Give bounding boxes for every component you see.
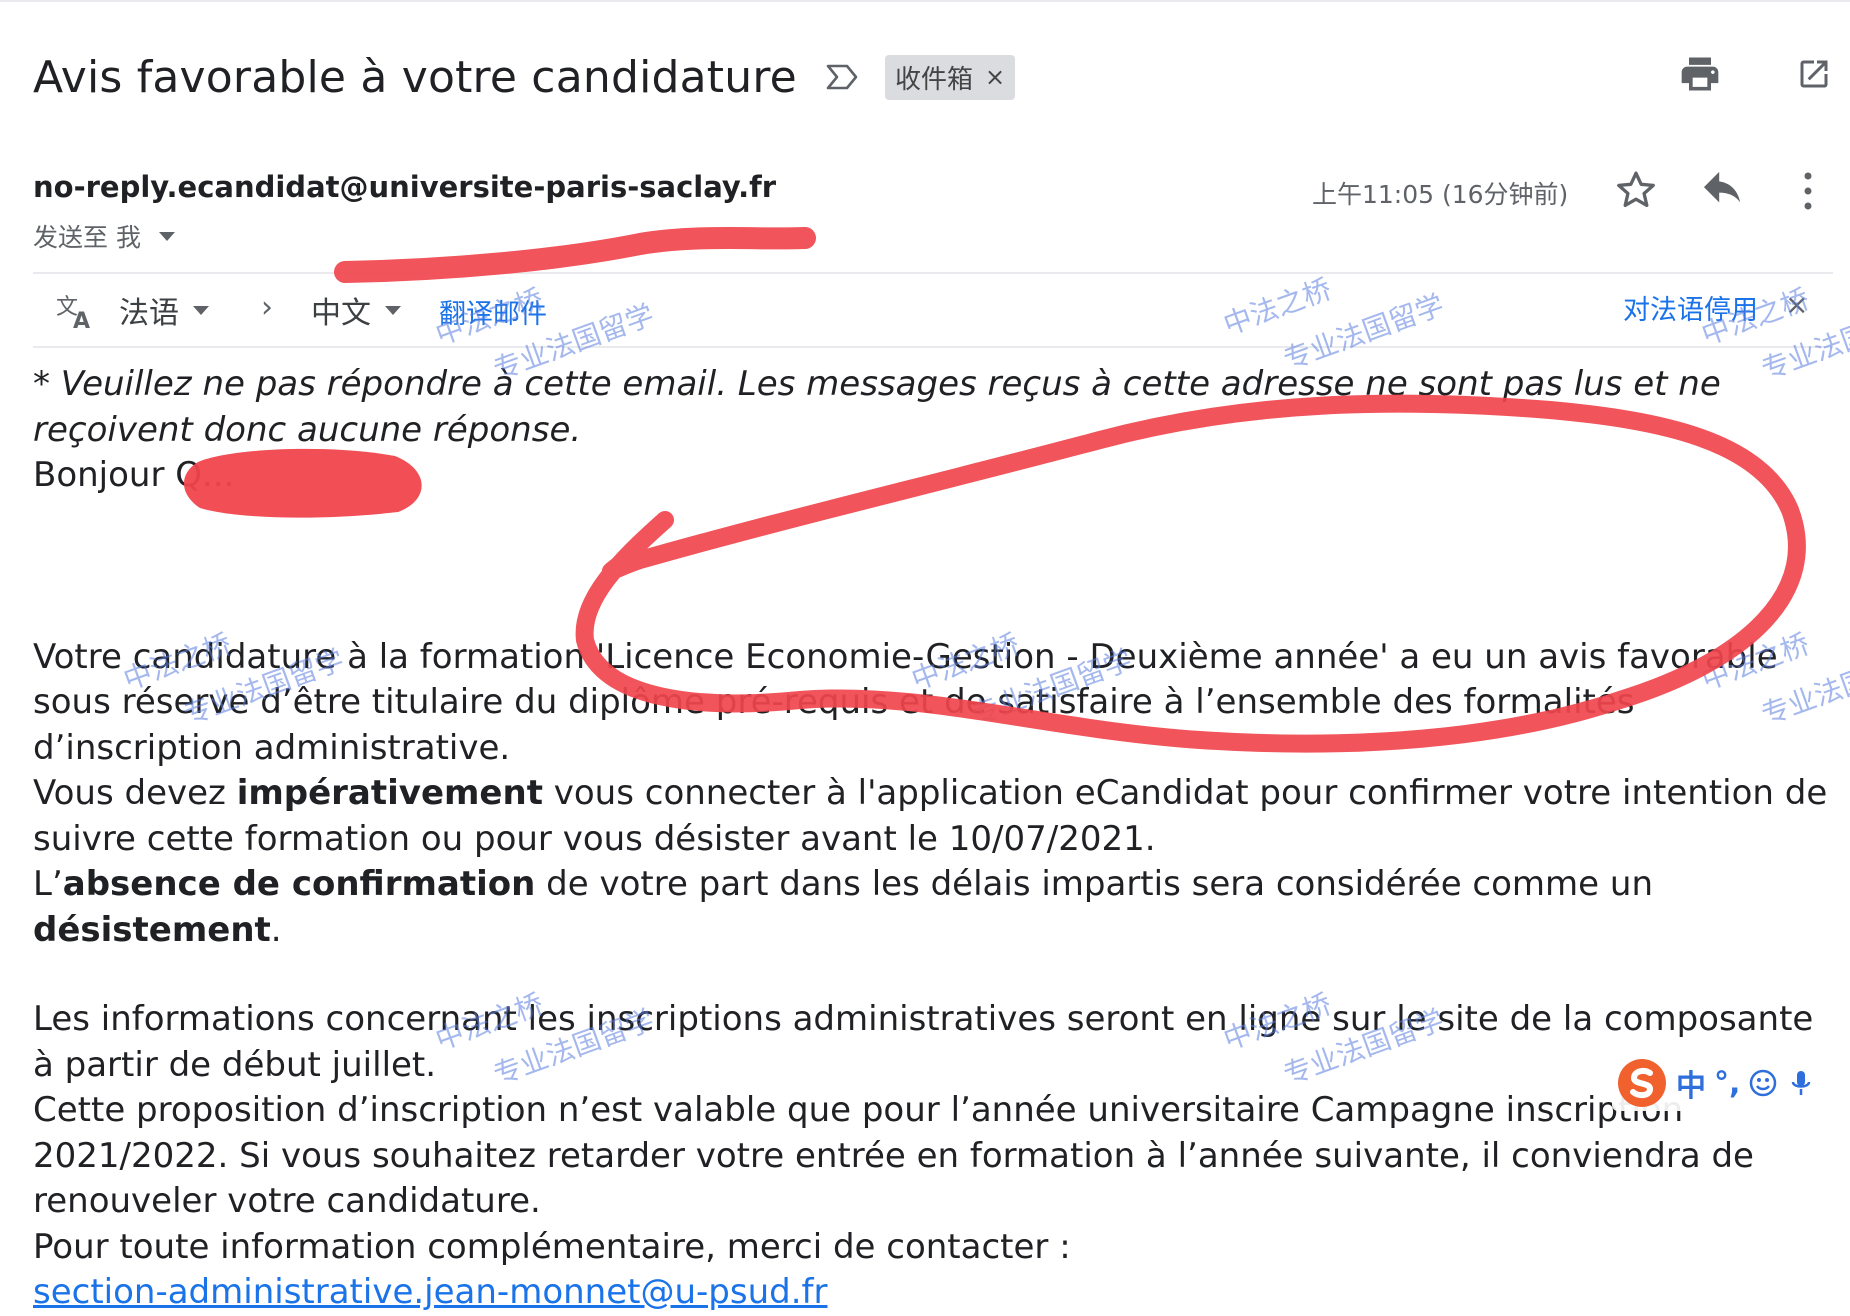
target-language-caret-icon xyxy=(385,305,401,315)
paragraph-contact: Pour toute information complémentaire, m… xyxy=(33,1226,1071,1267)
recipient-row[interactable]: 发送至 我 xyxy=(33,218,175,254)
paragraph-validity: Cette proposition d’inscription n’est va… xyxy=(33,1090,1754,1221)
subject-row: Avis favorable à votre candidature 收件箱 × xyxy=(33,42,1830,112)
ime-mode-label[interactable]: 中 xyxy=(1676,1061,1706,1105)
important-marker-icon[interactable] xyxy=(825,62,863,92)
ime-punctuation-label[interactable]: °, xyxy=(1714,1066,1740,1101)
no-reply-notice: * Veuillez ne pas répondre à cette email… xyxy=(33,364,1721,450)
paragraph-admin-info: Les informations concernant les inscript… xyxy=(33,999,1814,1085)
paragraph-confirm-emphasis: impérativement xyxy=(236,773,543,813)
print-icon[interactable] xyxy=(1678,52,1722,96)
ime-toolbar[interactable]: 中 °, xyxy=(1612,1055,1850,1111)
email-subject: Avis favorable à votre candidature xyxy=(33,51,797,103)
paragraph-warning-text: L’ xyxy=(33,864,63,904)
paragraph-warning-text-end: . xyxy=(270,909,282,950)
source-language-label: 法语 xyxy=(119,296,179,331)
translate-direction-arrow-icon: › xyxy=(261,290,273,325)
open-in-new-window-icon[interactable] xyxy=(1796,56,1832,92)
reply-icon[interactable] xyxy=(1700,170,1746,210)
source-language-select[interactable]: 法语 xyxy=(119,288,209,332)
paragraph-admission: Votre candidature à la formation 'Licenc… xyxy=(33,636,1778,768)
inbox-label-chip[interactable]: 收件箱 × xyxy=(884,54,1016,100)
microphone-icon[interactable] xyxy=(1786,1068,1816,1098)
email-body: * Veuillez ne pas répondre à cette email… xyxy=(33,362,1843,1316)
red-underline-stroke xyxy=(334,227,816,283)
paragraph-warning-emphasis-1: absence de confirmation xyxy=(62,864,536,904)
close-translate-bar-icon[interactable]: × xyxy=(1785,288,1808,321)
paragraph-confirm: Vous devez impérativement vous connecter… xyxy=(33,771,1843,862)
sender-address[interactable]: no-reply.ecandidat@universite-paris-sacl… xyxy=(33,170,776,204)
remove-label-icon[interactable]: × xyxy=(985,63,1005,91)
svg-text:A: A xyxy=(73,309,90,330)
translate-bar: 文 A 法语 › 中文 翻译邮件 对法语停用 × xyxy=(33,272,1833,348)
source-language-caret-icon xyxy=(193,305,209,315)
email-timestamp: 上午11:05 (16分钟前) xyxy=(1312,180,1569,209)
top-divider xyxy=(0,0,1850,2)
greeting: Bonjour Q... xyxy=(33,455,235,495)
recipient-details-caret-icon[interactable] xyxy=(158,231,175,241)
sogou-logo-icon xyxy=(1618,1059,1666,1107)
star-icon[interactable] xyxy=(1614,168,1658,212)
emoji-icon[interactable] xyxy=(1748,1068,1778,1098)
inbox-label-text: 收件箱 xyxy=(894,64,973,95)
target-language-label: 中文 xyxy=(311,296,371,331)
translate-icon: 文 A xyxy=(55,290,97,334)
contact-email-link[interactable]: section-administrative.jean-monnet@u-psu… xyxy=(33,1272,827,1312)
paragraph-warning-emphasis-2: désistement xyxy=(33,909,271,950)
paragraph-warning-text-mid: de votre part dans les délais impartis s… xyxy=(535,864,1653,904)
more-options-icon[interactable] xyxy=(1800,168,1816,214)
paragraph-warning: L’absence de confirmation de votre part … xyxy=(33,862,1843,953)
target-language-select[interactable]: 中文 xyxy=(311,288,401,332)
disable-translation-link[interactable]: 对法语停用 xyxy=(1623,288,1758,327)
recipient-text: 发送至 我 xyxy=(33,223,141,252)
translate-message-link[interactable]: 翻译邮件 xyxy=(439,292,547,331)
paragraph-confirm-text: Vous devez xyxy=(33,773,237,813)
